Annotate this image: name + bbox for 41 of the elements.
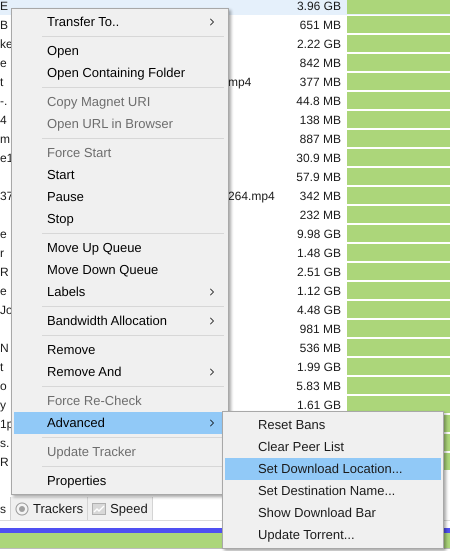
size-text: 536 MB xyxy=(300,340,341,354)
torrent-name: e xyxy=(0,226,7,240)
size-text: 3.96 GB xyxy=(296,0,341,12)
torrent-name: B xyxy=(0,18,8,32)
torrent-name: -. xyxy=(0,94,8,108)
torrent-name: s. xyxy=(0,436,10,450)
size-text: 1.48 GB xyxy=(296,246,341,260)
torrent-name: e xyxy=(0,284,7,298)
size-text: 9.98 GB xyxy=(296,226,341,240)
size-text: 651 MB xyxy=(300,18,341,32)
torrent-name: e xyxy=(0,56,7,70)
size-text: 232 MB xyxy=(300,208,341,222)
size-text: 44.8 MB xyxy=(296,94,341,108)
size-text: 138 MB xyxy=(300,112,341,126)
size-text: 5.83 MB xyxy=(296,378,341,392)
size-text: 57.9 MB xyxy=(296,170,341,184)
torrent-name: E xyxy=(0,0,8,12)
size-text: 1.61 GB xyxy=(296,398,341,412)
torrent-name: N xyxy=(0,340,9,354)
size-text: 377 MB xyxy=(300,74,341,88)
size-text: 30.9 MB xyxy=(296,150,341,164)
torrent-name: R xyxy=(0,264,9,278)
size-text: 887 MB xyxy=(300,132,341,146)
torrent-name: 4 xyxy=(0,112,7,126)
torrent-name: R xyxy=(0,454,9,468)
torrent-name: r xyxy=(0,246,4,260)
size-text: 2.51 GB xyxy=(296,264,341,278)
size-text: 1.99 GB xyxy=(296,360,341,374)
torrent-name: t xyxy=(0,360,4,374)
torrent-name: o xyxy=(0,378,7,392)
size-text: 1.12 GB xyxy=(296,284,341,298)
torrent-name: m xyxy=(0,132,10,146)
torrent-name: t xyxy=(0,74,4,88)
size-text: 342 MB xyxy=(300,188,341,202)
torrent-name: y xyxy=(0,398,6,412)
size-text: 4.48 GB xyxy=(296,302,341,316)
size-text: 981 MB xyxy=(300,322,341,336)
size-text: 2.22 GB xyxy=(296,36,341,50)
size-text: 842 MB xyxy=(300,56,341,70)
torrent-name: mp4 xyxy=(228,74,252,88)
torrent-name: 264.mp4 xyxy=(228,188,275,202)
